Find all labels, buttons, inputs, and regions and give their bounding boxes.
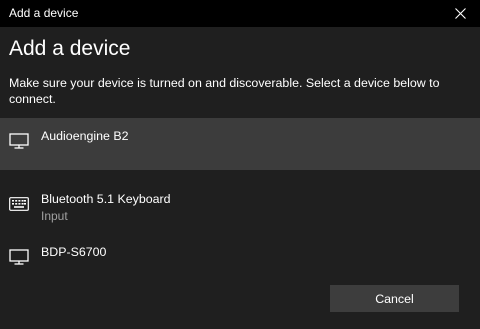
device-name: BDP-S6700 xyxy=(41,245,107,259)
title-bar: Add a device xyxy=(0,0,480,27)
device-type: Input xyxy=(41,209,68,223)
monitor-icon xyxy=(9,249,29,265)
add-device-dialog: Add a device Add a device Make sure your… xyxy=(0,0,480,329)
monitor-icon xyxy=(9,133,29,149)
device-item-bluetooth-keyboard[interactable]: Bluetooth 5.1 Keyboard Input xyxy=(0,170,480,232)
device-name: Bluetooth 5.1 Keyboard xyxy=(41,192,171,206)
device-name: Audioengine B2 xyxy=(41,129,129,143)
instructions-text: Make sure your device is turned on and d… xyxy=(9,76,440,106)
device-list: Audioengine B2 Bluetooth 5.1 Keyboard In… xyxy=(0,118,480,272)
close-button[interactable] xyxy=(440,0,480,27)
window-title: Add a device xyxy=(9,6,79,20)
device-item-audioengine-b2[interactable]: Audioengine B2 xyxy=(0,118,480,170)
device-item-bdp-s6700[interactable]: BDP-S6700 xyxy=(0,232,480,272)
cancel-button[interactable]: Cancel xyxy=(330,285,459,312)
keyboard-icon xyxy=(9,197,29,211)
page-title: Add a device xyxy=(9,37,131,60)
close-icon xyxy=(454,8,466,19)
